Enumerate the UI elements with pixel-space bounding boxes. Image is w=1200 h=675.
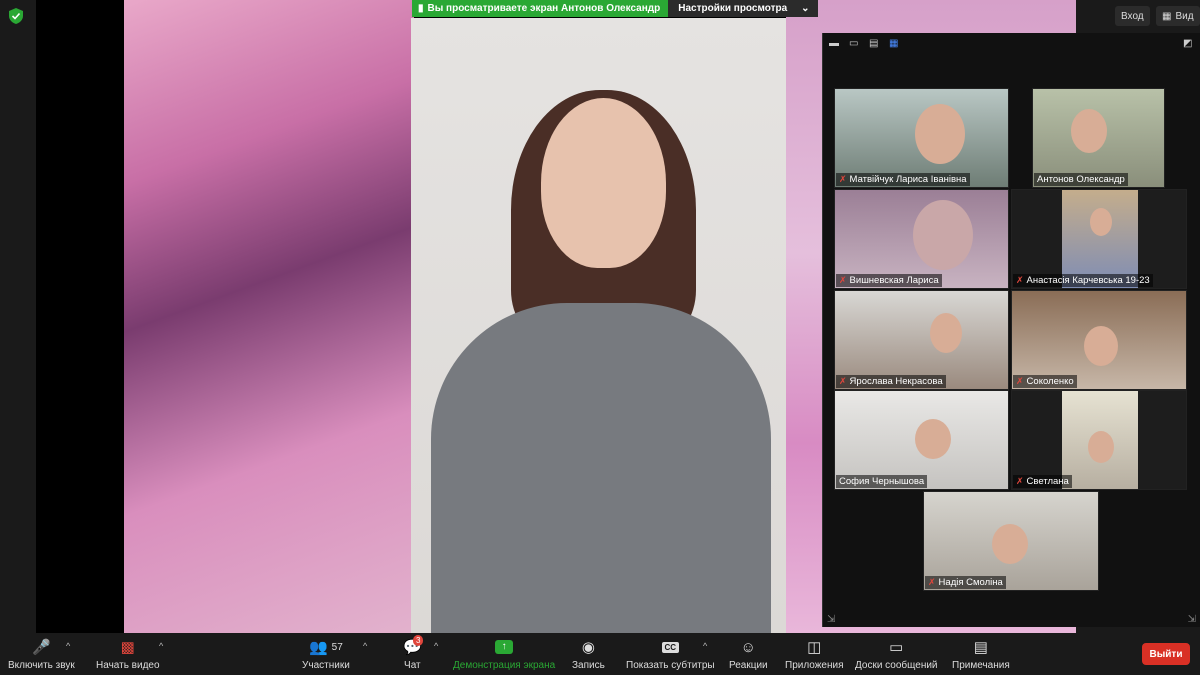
muted-mic-icon: ✗ (1016, 476, 1024, 486)
leave-button[interactable]: Выйти (1142, 643, 1190, 665)
captions-button[interactable]: CC Показать субтитры (626, 637, 715, 671)
exit-panel-icon[interactable]: ◩ (1183, 39, 1193, 49)
minimize-icon[interactable]: ▬ (829, 39, 839, 49)
muted-mic-icon: ✗ (839, 275, 847, 285)
participant-tile[interactable]: ✗ Анастасія Карчевська 19-23 (1011, 189, 1187, 289)
view-button[interactable]: ▦ Вид (1156, 6, 1200, 26)
participant-tile[interactable]: ✗ Матвійчук Лариса Іванівна (834, 88, 1009, 188)
share-screen-icon: ▮ (418, 3, 424, 14)
video-off-icon: ▩ (120, 639, 135, 656)
notes-icon: ▤ (973, 639, 988, 656)
participant-tile[interactable]: ✗ Надія Смоліна (923, 491, 1099, 591)
chevron-up-icon[interactable]: ^ (703, 641, 707, 651)
participants-icon: 👥 (308, 639, 328, 656)
chevron-up-icon[interactable]: ^ (66, 641, 70, 651)
whiteboards-button[interactable]: ▭ Доски сообщений (855, 637, 938, 671)
chevron-up-icon[interactable]: ^ (159, 641, 163, 651)
muted-mic-icon: 🎤 (32, 639, 51, 656)
strip-view-icon[interactable]: ▤ (869, 39, 879, 49)
gallery-panel: ▬ ▭ ▤ ▦ ◩ ✗ Матвійчук Лариса Іванівна Ант… (822, 33, 1200, 627)
chevron-up-icon[interactable]: ^ (363, 641, 367, 651)
gallery-view-icon[interactable]: ▦ (889, 39, 899, 49)
participant-tile[interactable]: Антонов Олександр (1032, 88, 1165, 188)
participant-tile[interactable]: ✗ Светлана (1011, 390, 1187, 490)
grid-view-icon: ▦ (1162, 10, 1172, 22)
apps-icon: ◫ (807, 639, 822, 656)
chevron-up-icon[interactable]: ^ (434, 641, 438, 651)
meeting-stage: ▮ Вы просматриваете экран Антонов Олекса… (0, 0, 1200, 633)
apps-button[interactable]: ◫ Приложения (785, 637, 844, 671)
muted-mic-icon: ✗ (1016, 275, 1024, 285)
muted-mic-icon: ✗ (928, 577, 936, 587)
participant-tile[interactable]: ✗ Ярослава Некрасова (834, 290, 1009, 390)
participant-tile[interactable]: ✗ Соколенко (1011, 290, 1187, 390)
share-arrow-icon: ↑ (495, 640, 514, 654)
muted-mic-icon: ✗ (839, 376, 847, 386)
unmute-button[interactable]: 🎤 Включить звук (8, 637, 75, 671)
gallery-toolbar: ▬ ▭ ▤ ▦ ◩ (823, 33, 1200, 55)
view-options-button[interactable]: Настройки просмотра ⌄ (668, 0, 818, 17)
participant-tile[interactable]: ✗ Вишневская Лариса (834, 189, 1009, 289)
reactions-button[interactable]: ☺ Реакции (729, 637, 768, 672)
participant-tile[interactable]: София Чернышова (834, 390, 1009, 490)
smiley-icon: ☺ (740, 638, 756, 656)
single-view-icon[interactable]: ▭ (849, 39, 859, 49)
chevron-down-icon: ⌄ (801, 3, 810, 14)
viewing-screen-text: Вы просматриваете экран Антонов Олександ… (427, 3, 661, 14)
muted-mic-icon: ✗ (839, 174, 847, 184)
record-icon: ◉ (581, 639, 595, 656)
whiteboard-icon: ▭ (889, 639, 904, 656)
login-button[interactable]: Вход (1115, 6, 1150, 26)
start-video-button[interactable]: ▩ Начать видео (96, 637, 160, 671)
cc-icon: CC (661, 641, 680, 653)
record-button[interactable]: ◉ Запись (572, 637, 605, 671)
notes-button[interactable]: ▤ Примечания (952, 637, 1010, 671)
muted-mic-icon: ✗ (1016, 376, 1024, 386)
speaker-video (411, 18, 786, 633)
tulips-background-image (124, 0, 414, 633)
resize-handle-icon[interactable]: ⇲ (1188, 614, 1196, 625)
resize-handle-icon[interactable]: ⇲ (827, 614, 835, 625)
security-shield-icon[interactable] (9, 8, 23, 24)
meeting-toolbar: 🎤 Включить звук ^ ▩ Начать видео ^ 👥 57 … (0, 633, 1200, 675)
share-screen-button[interactable]: ↑ Демонстрация экрана (453, 637, 555, 671)
participants-button[interactable]: 👥 57 Участники (302, 637, 350, 671)
screen-share-banner: ▮ Вы просматриваете экран Антонов Олекса… (412, 0, 818, 17)
